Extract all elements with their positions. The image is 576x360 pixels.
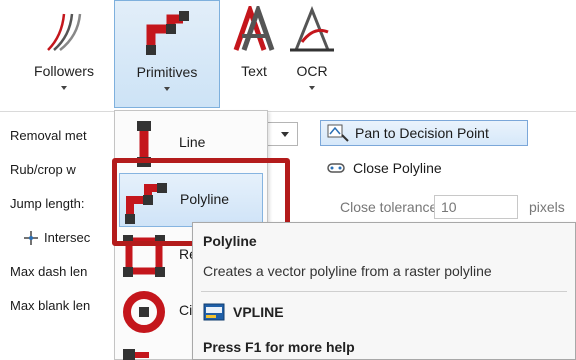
followers-button[interactable]: Followers (26, 0, 102, 108)
close-polyline-icon (327, 163, 345, 173)
tooltip-help: Press F1 for more help (203, 339, 355, 355)
primitives-icon (146, 11, 189, 55)
intersection-icon (24, 230, 38, 245)
text-label: Text (241, 63, 267, 79)
close-polyline-button[interactable]: Close Polyline (326, 160, 442, 176)
rub-crop-label: Rub/crop w (10, 162, 76, 177)
close-tolerance-label: Close tolerance: (340, 199, 442, 215)
primitives-button[interactable]: Primitives (114, 0, 220, 108)
chevron-down-icon (309, 86, 315, 90)
tooltip-command: VPLINE (203, 303, 284, 321)
max-blank-length-label: Max blank len (10, 298, 91, 313)
next-menu-item-icon (123, 349, 149, 360)
pan-to-decision-point-button[interactable]: Pan to Decision Point (320, 120, 528, 146)
polyline-tooltip: Polyline Creates a vector polyline from … (192, 222, 576, 360)
text-button[interactable]: Text (226, 0, 282, 108)
tooltip-description: Creates a vector polyline from a raster … (203, 263, 492, 279)
circle-icon (123, 291, 165, 333)
max-dash-length-label: Max dash len (10, 264, 88, 279)
close-tolerance-input[interactable]: 10 (434, 195, 518, 219)
chevron-down-icon (281, 132, 289, 137)
pan-icon (327, 124, 349, 142)
chevron-down-icon (164, 87, 170, 91)
intersections-option[interactable]: Intersec (24, 230, 120, 245)
command-line-icon (203, 303, 225, 321)
ribbon: Followers Primitives Text OCR (0, 0, 576, 112)
text-icon (233, 6, 275, 51)
followers-icon (47, 13, 82, 51)
tooltip-title: Polyline (203, 233, 257, 249)
primitives-label: Primitives (136, 64, 198, 80)
tolerance-unit-label: pixels (529, 199, 565, 215)
tooltip-command-name: VPLINE (233, 304, 284, 320)
ocr-button[interactable]: OCR (284, 0, 340, 108)
ocr-label: OCR (296, 63, 328, 79)
left-panel: Removal met Rub/crop w Jump length: Inte… (0, 112, 120, 360)
followers-label: Followers (34, 63, 94, 79)
tooltip-divider (201, 291, 567, 292)
pan-button-label: Pan to Decision Point (355, 125, 489, 141)
ocr-icon (290, 6, 334, 52)
menu-item-label: Line (179, 134, 206, 150)
chevron-down-icon (61, 86, 67, 90)
intersections-label: Intersec (44, 230, 91, 245)
close-polyline-label: Close Polyline (353, 160, 442, 176)
removal-method-label: Removal met (10, 128, 87, 143)
jump-length-label: Jump length: (10, 196, 85, 211)
